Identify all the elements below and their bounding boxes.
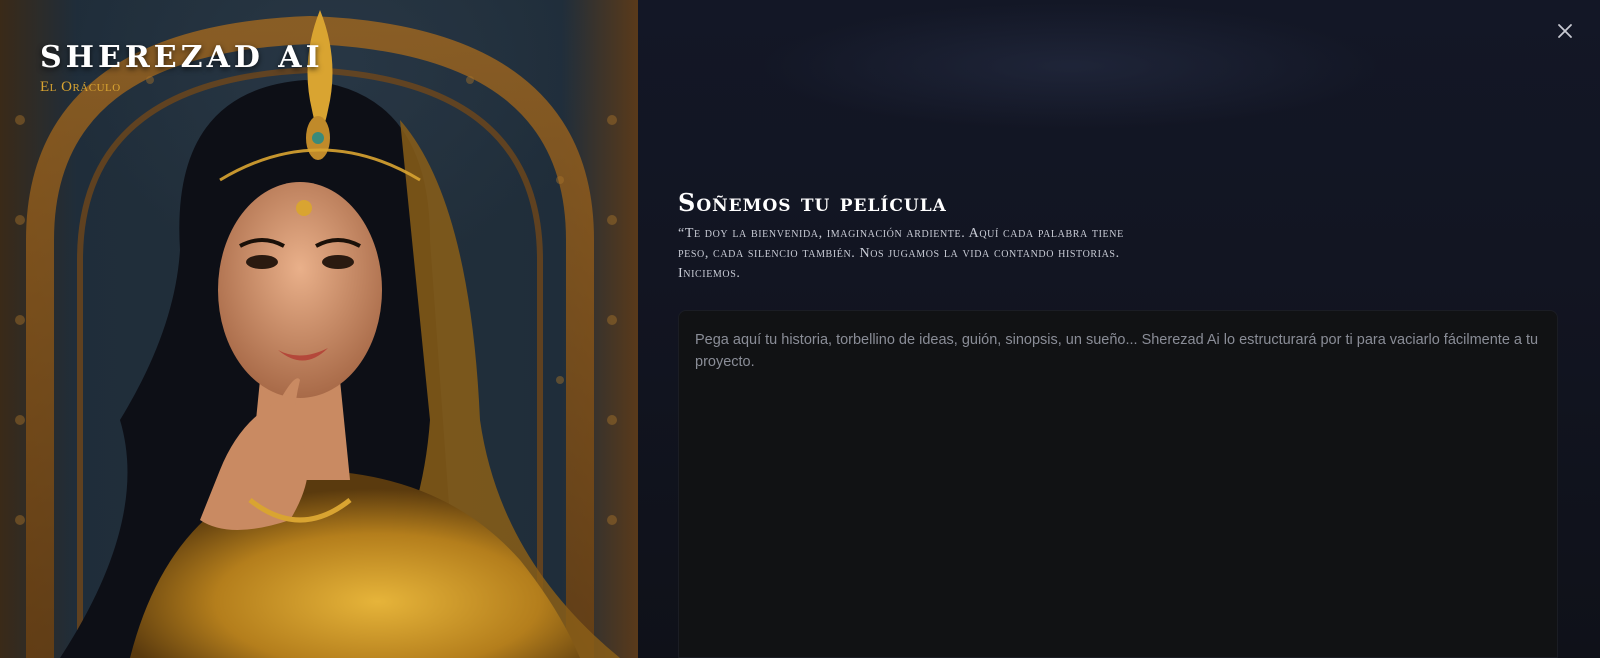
intro-text: “Te doy la bienvenida, imaginación ardie… (678, 226, 1124, 281)
brand-subtitle: El Oráculo (40, 79, 121, 95)
page-title: Soñemos tu película (678, 188, 947, 217)
brand-title: SHEREZAD AI (40, 40, 324, 75)
story-panel: Soñemos tu película “Te doy la bienvenid… (638, 0, 1600, 658)
portrait-image (15, 10, 620, 658)
story-input[interactable] (678, 310, 1558, 658)
brand: SHEREZAD AI El Oráculo (40, 40, 324, 96)
close-button[interactable] (1554, 20, 1576, 42)
portrait-panel: SHEREZAD AI El Oráculo (0, 0, 638, 658)
close-icon (1558, 24, 1572, 38)
